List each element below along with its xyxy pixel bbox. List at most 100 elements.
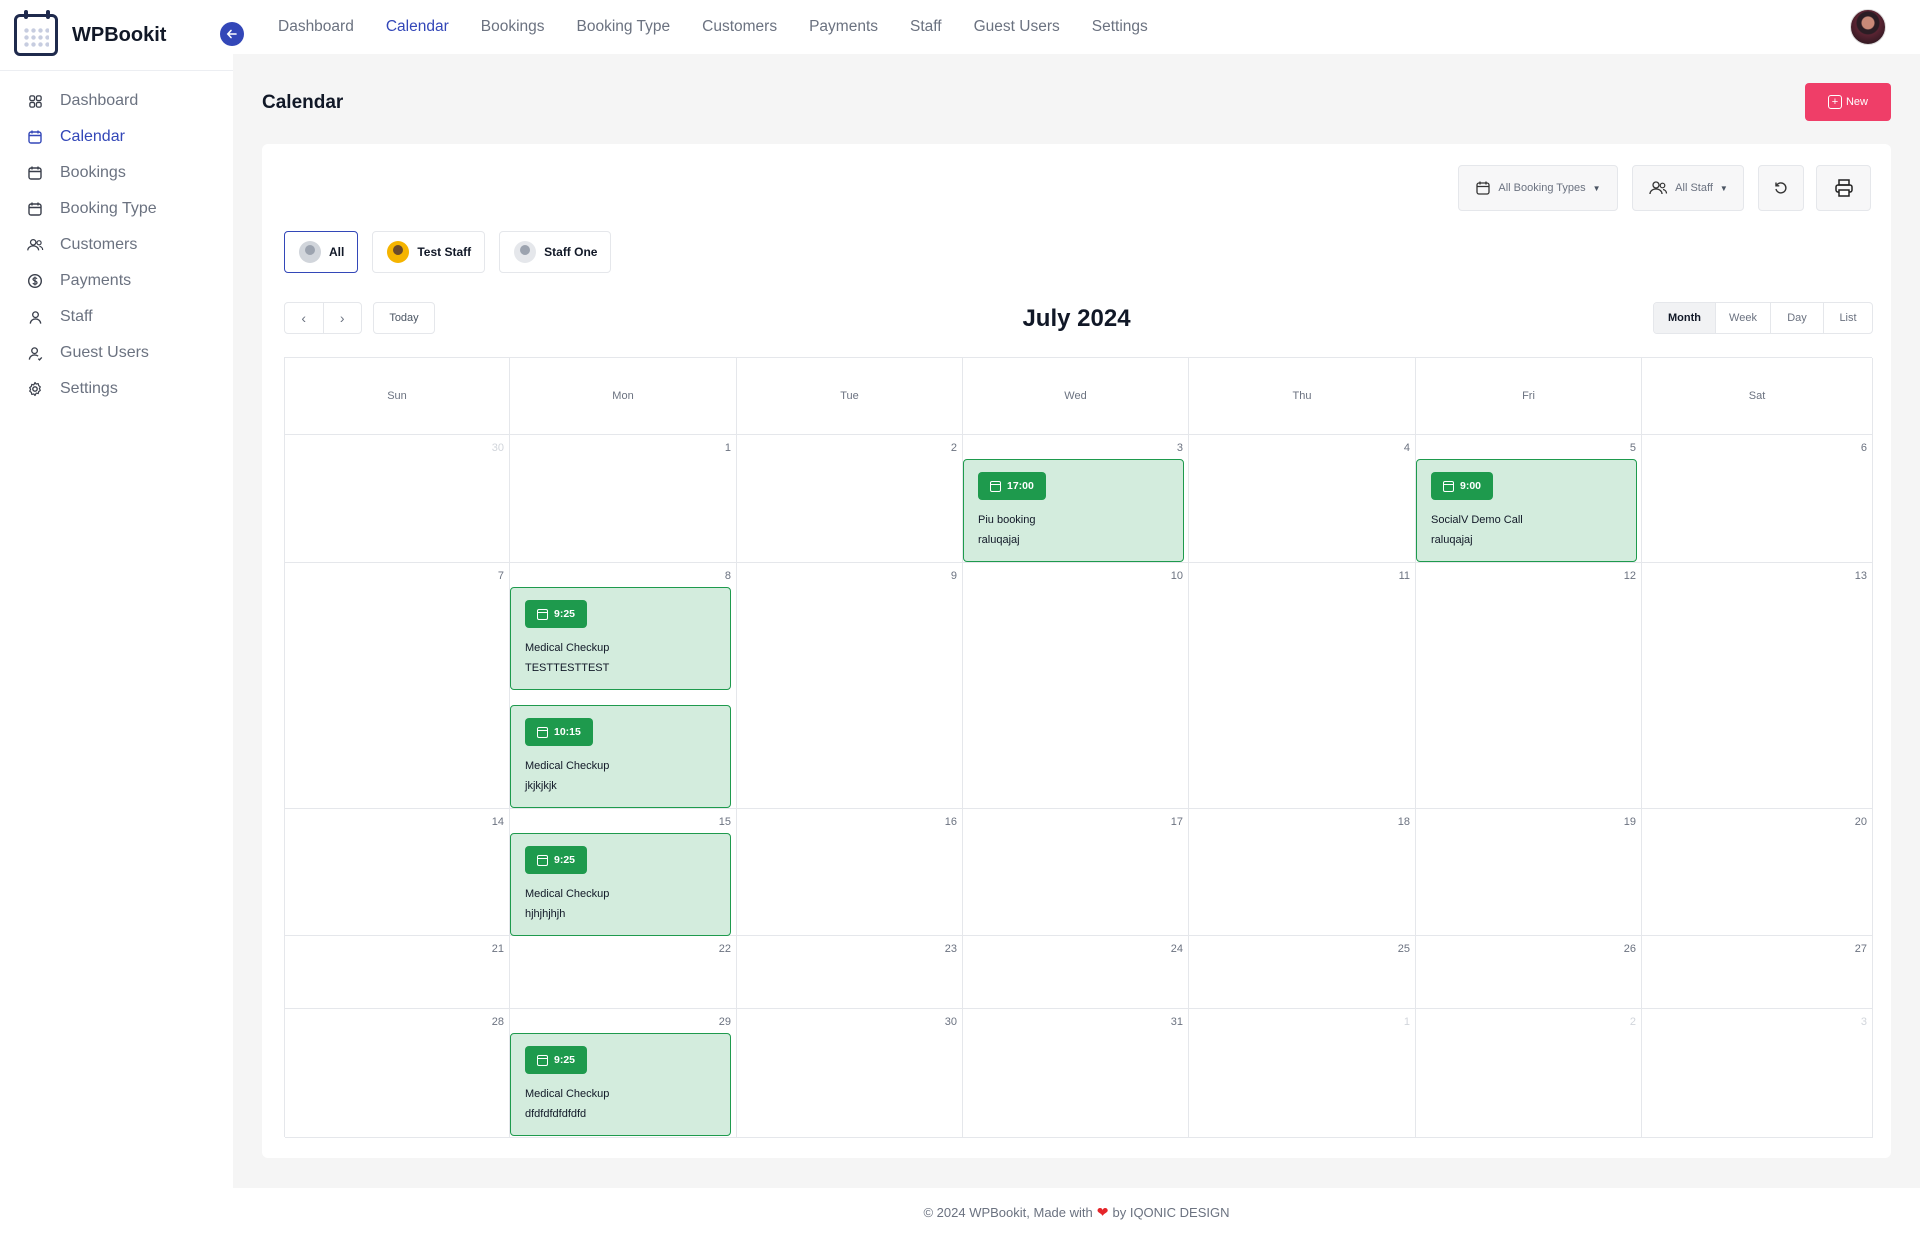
day-cell[interactable]: 1: [1189, 1009, 1416, 1138]
day-cell[interactable]: 3: [1642, 1009, 1873, 1138]
collapse-sidebar-button[interactable]: [220, 22, 244, 46]
topnav-guest-users[interactable]: Guest Users: [974, 18, 1060, 36]
staff-chip-all[interactable]: All: [284, 231, 359, 273]
day-cell[interactable]: 24: [963, 936, 1189, 1009]
topnav-settings[interactable]: Settings: [1092, 18, 1148, 36]
view-week-button[interactable]: Week: [1716, 303, 1771, 333]
sidebar-item-dashboard[interactable]: Dashboard: [0, 83, 233, 119]
day-cell[interactable]: 14: [285, 809, 510, 936]
day-number[interactable]: 7: [498, 570, 504, 582]
sidebar-item-calendar[interactable]: Calendar: [0, 119, 233, 155]
day-cell[interactable]: 22: [510, 936, 737, 1009]
topnav-customers[interactable]: Customers: [702, 18, 777, 36]
day-cell[interactable]: 6: [1642, 435, 1873, 563]
view-day-button[interactable]: Day: [1771, 303, 1824, 333]
day-cell[interactable]: 4: [1189, 435, 1416, 563]
user-avatar[interactable]: [1850, 9, 1886, 45]
topnav-bookings[interactable]: Bookings: [481, 18, 545, 36]
day-number[interactable]: 18: [1398, 816, 1410, 828]
day-number[interactable]: 17: [1171, 816, 1183, 828]
day-number[interactable]: 1: [725, 442, 731, 454]
sidebar-item-settings[interactable]: Settings: [0, 371, 233, 407]
day-number[interactable]: 31: [1171, 1016, 1183, 1028]
staff-chip-test-staff[interactable]: Test Staff: [372, 231, 486, 273]
sidebar-item-booking-type[interactable]: Booking Type: [0, 191, 233, 227]
day-cell[interactable]: 28: [285, 1009, 510, 1138]
day-number[interactable]: 28: [492, 1016, 504, 1028]
day-cell[interactable]: 19: [1416, 809, 1642, 936]
day-number[interactable]: 24: [1171, 943, 1183, 955]
sidebar-item-customers[interactable]: Customers: [0, 227, 233, 263]
day-cell[interactable]: 8 9:25 Medical Checkup TESTTESTTEST 10:15 Med…: [510, 563, 737, 809]
booking-event[interactable]: 10:15 Medical Checkup jkjkjkjk: [510, 705, 731, 808]
day-cell[interactable]: 3 17:00 Piu booking raluqajaj: [963, 435, 1189, 563]
day-cell[interactable]: 29 9:25 Medical Checkup dfdfdfdfdfdfd: [510, 1009, 737, 1138]
staff-filter[interactable]: All Staff ▼: [1632, 165, 1744, 211]
day-number[interactable]: 30: [945, 1016, 957, 1028]
booking-event[interactable]: 9:25 Medical Checkup hjhjhjhjh: [510, 833, 731, 936]
day-number[interactable]: 20: [1855, 816, 1867, 828]
sidebar-item-bookings[interactable]: Bookings: [0, 155, 233, 191]
day-cell[interactable]: 2: [1416, 1009, 1642, 1138]
day-cell[interactable]: 7: [285, 563, 510, 809]
day-number[interactable]: 22: [719, 943, 731, 955]
view-list-button[interactable]: List: [1824, 303, 1872, 333]
day-number[interactable]: 9: [951, 570, 957, 582]
booking-event[interactable]: 9:25 Medical Checkup dfdfdfdfdfdfd: [510, 1033, 731, 1136]
day-number[interactable]: 13: [1855, 570, 1867, 582]
day-cell[interactable]: 13: [1642, 563, 1873, 809]
day-cell[interactable]: 11: [1189, 563, 1416, 809]
day-cell[interactable]: 17: [963, 809, 1189, 936]
day-number[interactable]: 3: [1861, 1016, 1867, 1028]
day-cell[interactable]: 21: [285, 936, 510, 1009]
day-cell[interactable]: 12: [1416, 563, 1642, 809]
day-number[interactable]: 5: [1630, 442, 1636, 454]
new-booking-button[interactable]: + New: [1805, 83, 1891, 121]
day-number[interactable]: 6: [1861, 442, 1867, 454]
day-number[interactable]: 11: [1399, 570, 1410, 582]
sidebar-item-staff[interactable]: Staff: [0, 299, 233, 335]
day-number[interactable]: 23: [945, 943, 957, 955]
day-cell[interactable]: 27: [1642, 936, 1873, 1009]
booking-event[interactable]: 17:00 Piu booking raluqajaj: [963, 459, 1184, 562]
day-cell[interactable]: 18: [1189, 809, 1416, 936]
view-month-button[interactable]: Month: [1654, 303, 1716, 333]
day-number[interactable]: 27: [1855, 943, 1867, 955]
topnav-dashboard[interactable]: Dashboard: [278, 18, 354, 36]
day-number[interactable]: 12: [1624, 570, 1636, 582]
booking-types-filter[interactable]: All Booking Types ▼: [1458, 165, 1618, 211]
day-cell[interactable]: 31: [963, 1009, 1189, 1138]
topnav-payments[interactable]: Payments: [809, 18, 878, 36]
day-number[interactable]: 30: [492, 442, 504, 454]
day-cell[interactable]: 5 9:00 SocialV Demo Call raluqajaj: [1416, 435, 1642, 563]
topnav-staff[interactable]: Staff: [910, 18, 942, 36]
day-number[interactable]: 2: [1630, 1016, 1636, 1028]
day-number[interactable]: 25: [1398, 943, 1410, 955]
day-cell[interactable]: 15 9:25 Medical Checkup hjhjhjhjh: [510, 809, 737, 936]
staff-chip-staff-one[interactable]: Staff One: [499, 231, 612, 273]
day-cell[interactable]: 25: [1189, 936, 1416, 1009]
sidebar-item-payments[interactable]: Payments: [0, 263, 233, 299]
sidebar-item-guest-users[interactable]: Guest Users: [0, 335, 233, 371]
day-cell[interactable]: 2: [737, 435, 963, 563]
day-cell[interactable]: 23: [737, 936, 963, 1009]
print-button[interactable]: [1816, 165, 1871, 211]
day-number[interactable]: 16: [945, 816, 957, 828]
topnav-booking-type[interactable]: Booking Type: [577, 18, 671, 36]
day-number[interactable]: 10: [1171, 570, 1183, 582]
day-cell[interactable]: 30: [285, 435, 510, 563]
day-number[interactable]: 19: [1624, 816, 1636, 828]
refresh-button[interactable]: [1758, 165, 1804, 211]
day-cell[interactable]: 16: [737, 809, 963, 936]
day-number[interactable]: 1: [1404, 1016, 1410, 1028]
day-number[interactable]: 29: [719, 1016, 731, 1028]
day-number[interactable]: 15: [719, 816, 731, 828]
day-number[interactable]: 2: [951, 442, 957, 454]
day-number[interactable]: 3: [1177, 442, 1183, 454]
day-number[interactable]: 14: [492, 816, 504, 828]
day-number[interactable]: 4: [1404, 442, 1410, 454]
topnav-calendar[interactable]: Calendar: [386, 18, 449, 36]
day-cell[interactable]: 30: [737, 1009, 963, 1138]
day-cell[interactable]: 10: [963, 563, 1189, 809]
booking-event[interactable]: 9:00 SocialV Demo Call raluqajaj: [1416, 459, 1637, 562]
